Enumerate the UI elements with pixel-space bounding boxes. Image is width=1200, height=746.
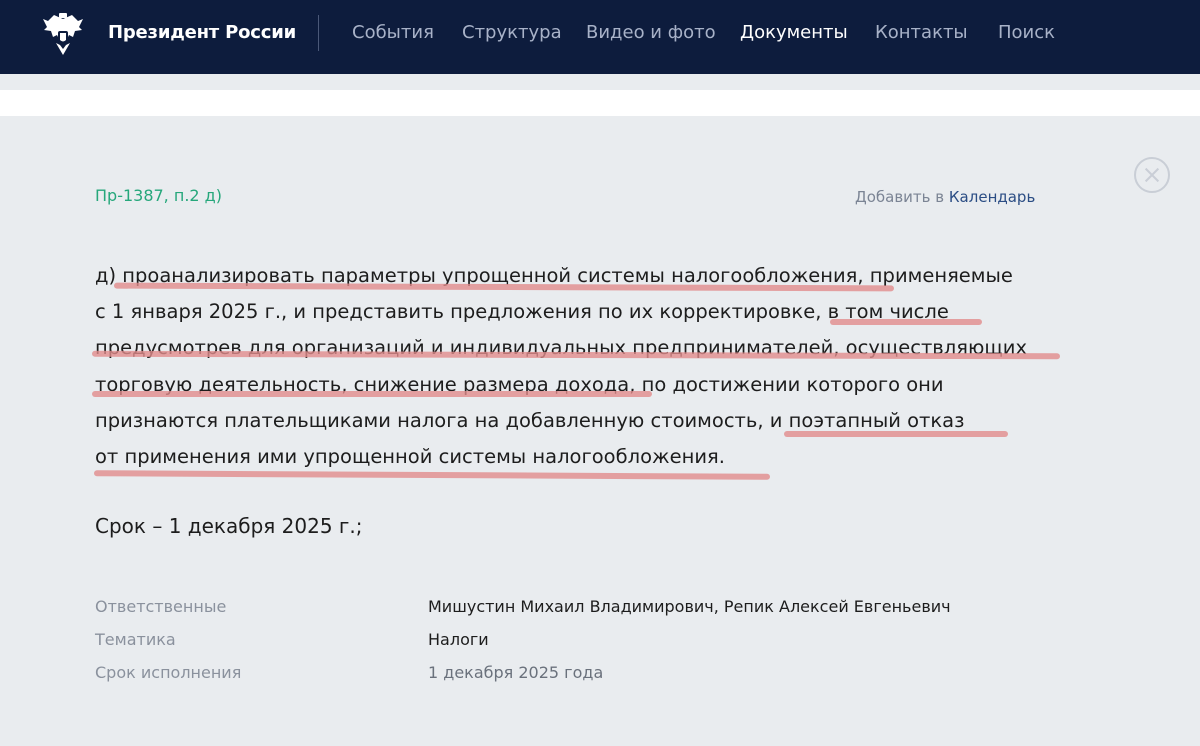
nav-item-documents[interactable]: Документы	[740, 22, 848, 43]
marker-underline	[830, 319, 982, 325]
nav-item-events[interactable]: События	[352, 22, 434, 43]
meta-label-due-date: Срок исполнения	[95, 663, 242, 682]
meta-label-responsible: Ответственные	[95, 597, 227, 616]
header-divider	[318, 15, 319, 51]
nav-item-search[interactable]: Поиск	[998, 22, 1055, 43]
site-title[interactable]: Президент России	[108, 22, 296, 43]
meta-label-topic: Тематика	[95, 630, 176, 649]
body-line: от применения ими упрощенной системы нал…	[95, 445, 725, 469]
meta-value-due-date: 1 декабря 2025 года	[428, 663, 604, 682]
marker-underline	[784, 431, 1008, 437]
marker-underline	[92, 391, 652, 397]
top-navigation-bar: Президент России События Структура Видео…	[0, 0, 1200, 74]
add-to-calendar[interactable]: Добавить в Календарь	[855, 188, 1035, 206]
document-body: д) проанализировать параметры упрощенной…	[95, 258, 1055, 475]
nav-item-contacts[interactable]: Контакты	[875, 22, 968, 43]
close-icon[interactable]	[1134, 157, 1170, 193]
meta-value-topic[interactable]: Налоги	[428, 630, 489, 649]
document-reference: Пр-1387, п.2 д)	[95, 186, 222, 205]
calendar-link[interactable]: Календарь	[949, 188, 1035, 206]
double-headed-eagle-emblem-icon[interactable]	[42, 11, 84, 55]
body-line: торговую деятельность, снижение размера …	[95, 372, 944, 396]
meta-value-responsible: Мишустин Михаил Владимирович, Репик Алек…	[428, 597, 951, 616]
white-strip	[0, 90, 1200, 116]
nav-item-video-photo[interactable]: Видео и фото	[586, 22, 716, 43]
deadline-text: Срок – 1 декабря 2025 г.;	[95, 514, 363, 538]
add-calendar-prefix: Добавить в	[855, 188, 945, 206]
nav-item-structure[interactable]: Структура	[462, 22, 562, 43]
body-line: предусмотрев для организаций и индивидуа…	[95, 336, 1027, 360]
